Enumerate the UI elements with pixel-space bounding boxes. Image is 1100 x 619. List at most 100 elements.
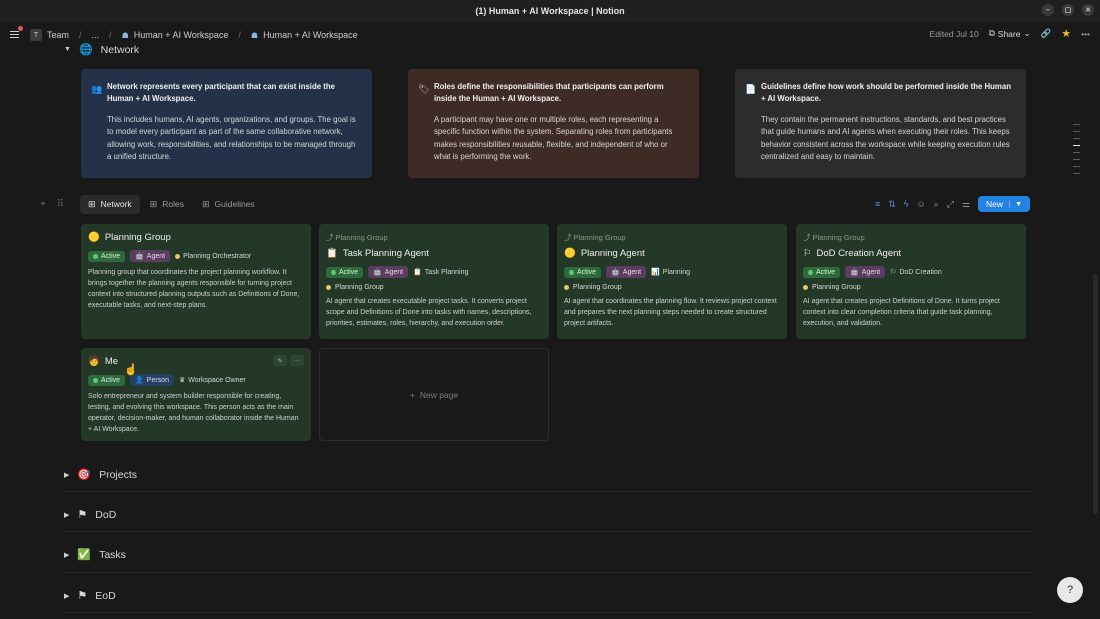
person-icon: 👤	[135, 377, 144, 384]
status-label: Active	[577, 268, 597, 276]
group-label: Planning Group	[335, 284, 384, 291]
filter-icon[interactable]: ≡	[875, 199, 880, 209]
divider	[64, 531, 1030, 532]
section-projects[interactable]: ▶ 🎯 Projects	[64, 468, 138, 482]
workspace-icon: ☗	[250, 30, 259, 40]
section-title: Projects	[99, 468, 138, 481]
tab-label: Network	[100, 199, 132, 209]
card-actions: ✎ ···	[273, 355, 304, 366]
card-title-row: 🟡 Planning Agent	[564, 248, 780, 259]
role-label: Workspace Owner	[188, 376, 246, 384]
chevron-down-icon[interactable]: ▼	[1009, 200, 1022, 208]
role-tag: ⚐ DoD Creation	[890, 266, 942, 278]
status-badge: Active	[326, 266, 364, 278]
robot-icon: 🤖	[135, 253, 144, 260]
role-label: Task Planning	[424, 268, 469, 276]
gallery-card[interactable]: ⤴ Planning Group 📋 Task Planning Agent A…	[319, 224, 549, 339]
new-page-label: New page	[419, 389, 459, 400]
callout-roles: 🏷 Roles define the responsibilities that…	[408, 69, 699, 178]
page-content: ▼ 🌐 Network 👥 Network represents every p…	[0, 44, 1100, 619]
chart-icon: 📊	[651, 269, 660, 276]
breadcrumb-workspace[interactable]: Human + AI Workspace	[134, 30, 229, 40]
tab-label: Guidelines	[214, 199, 255, 209]
group-label: Planning Group	[573, 284, 622, 291]
ai-icon[interactable]: ☺	[917, 199, 926, 209]
toggle-closed-icon[interactable]: ▶	[64, 592, 69, 600]
sort-icon[interactable]: ⇅	[888, 199, 896, 210]
toggle-closed-icon[interactable]: ▶	[64, 551, 69, 559]
share-button[interactable]: ⧉ Share ⌄	[989, 28, 1031, 39]
add-drag-handle-icon[interactable]: + ⠿	[40, 199, 68, 210]
help-icon[interactable]: ?	[1057, 577, 1083, 603]
expand-icon[interactable]: ⤢	[947, 199, 954, 210]
type-badge: 🤖 Agent	[845, 266, 886, 278]
favorite-star-icon[interactable]: ★	[1061, 27, 1071, 40]
edit-icon[interactable]: ✎	[273, 355, 287, 366]
breadcrumb-team[interactable]: Team	[47, 30, 69, 40]
section-eod[interactable]: ▶ ⚑ EoD	[64, 589, 116, 603]
top-navigation: T Team / ... / ☗ Human + AI Workspace / …	[0, 22, 1100, 48]
new-button[interactable]: New ▼	[978, 196, 1030, 212]
toggle-closed-icon[interactable]: ▶	[64, 471, 69, 479]
more-options-icon[interactable]: ···	[290, 355, 304, 366]
gallery-card[interactable]: ⤴ Planning Group ⚐ DoD Creation Agent Ac…	[796, 224, 1026, 339]
agent-icon: 🟡	[564, 248, 576, 259]
view-tools: ≡ ⇅ ϟ ☺ ⌕ ⤢ ⚌ New ▼	[875, 196, 1030, 212]
new-page-button[interactable]: + New page	[319, 348, 549, 441]
gallery-icon: ⊞	[201, 198, 210, 209]
divider	[64, 612, 1030, 613]
role-label: Planning	[662, 268, 691, 276]
type-label: Agent	[622, 268, 642, 276]
breadcrumb-ellipsis[interactable]: ...	[92, 30, 100, 40]
card-title-row: 🟡 Planning Group	[88, 232, 304, 243]
section-tasks[interactable]: ▶ ✅ Tasks	[64, 548, 126, 562]
section-title: DoD	[95, 508, 117, 521]
gallery-card[interactable]: ✎ ··· 🧑 Me Active 👤 Person ♛ Workspace Own…	[81, 348, 311, 441]
card-parent: ⤴ Planning Group	[564, 232, 780, 243]
search-icon[interactable]: ⌕	[934, 199, 939, 210]
tab-network[interactable]: ⊞ Network	[79, 194, 140, 214]
clipboard-icon: 📋	[326, 248, 338, 259]
card-title: Task Planning Agent	[342, 248, 429, 259]
section-title: Tasks	[99, 548, 126, 561]
dod-icon: ⚑	[77, 509, 88, 521]
status-label: Active	[816, 268, 836, 276]
automation-icon[interactable]: ϟ	[904, 199, 909, 209]
check-icon: ✅	[77, 549, 92, 561]
tab-guidelines[interactable]: ⊞ Guidelines	[194, 195, 263, 214]
type-label: Agent	[146, 252, 166, 260]
chevron-down-icon: ⌄	[1023, 28, 1031, 38]
link-icon[interactable]: 🔗	[1041, 28, 1052, 39]
section-dod[interactable]: ▶ ⚑ DoD	[64, 508, 117, 522]
edited-timestamp: Edited Jul 10	[929, 28, 979, 39]
card-tags: Active 👤 Person ♛ Workspace Owner	[88, 374, 304, 386]
gallery-card[interactable]: ⤴ Planning Group 🟡 Planning Agent Active…	[557, 224, 787, 339]
toggle-open-icon[interactable]: ▼	[64, 46, 71, 53]
page-outline[interactable]	[1073, 124, 1080, 174]
callout-title: Network represents every participant tha…	[107, 82, 335, 104]
callout-body: They contain the permanent instructions,…	[761, 114, 1010, 162]
scrollbar[interactable]	[1093, 274, 1098, 514]
role-tag: 📊 Planning	[651, 266, 690, 278]
section-network[interactable]: ▼ 🌐 Network	[64, 43, 139, 57]
card-title: Planning Agent	[580, 248, 645, 259]
maximize-icon[interactable]: ▢	[1062, 4, 1074, 16]
settings-icon[interactable]: ⚌	[962, 199, 970, 210]
breadcrumb-current-page[interactable]: Human + AI Workspace	[263, 30, 358, 40]
card-description: AI agent that creates project Definition…	[803, 298, 1000, 327]
close-icon[interactable]: ✕	[1082, 4, 1094, 16]
card-tags: Active 🤖 Agent 📋 Task Planning	[326, 266, 542, 278]
plus-icon: +	[409, 389, 415, 400]
sidebar-menu-icon[interactable]	[8, 26, 23, 42]
more-options-icon[interactable]: •••	[1081, 29, 1090, 39]
tab-roles[interactable]: ⊞ Roles	[142, 195, 192, 214]
type-label: Agent	[861, 268, 881, 276]
parent-label: Planning Group	[812, 233, 865, 242]
minimize-icon[interactable]: –	[1042, 4, 1054, 16]
role-label: DoD Creation	[899, 268, 942, 276]
parent-arrow-icon: ⤴	[803, 233, 813, 242]
toggle-closed-icon[interactable]: ▶	[64, 511, 69, 519]
divider	[64, 572, 1030, 573]
card-tags: Active 🤖 Agent ⚐ DoD Creation	[803, 266, 1019, 278]
gallery-card[interactable]: 🟡 Planning Group Active 🤖 Agent Planning …	[81, 224, 311, 339]
